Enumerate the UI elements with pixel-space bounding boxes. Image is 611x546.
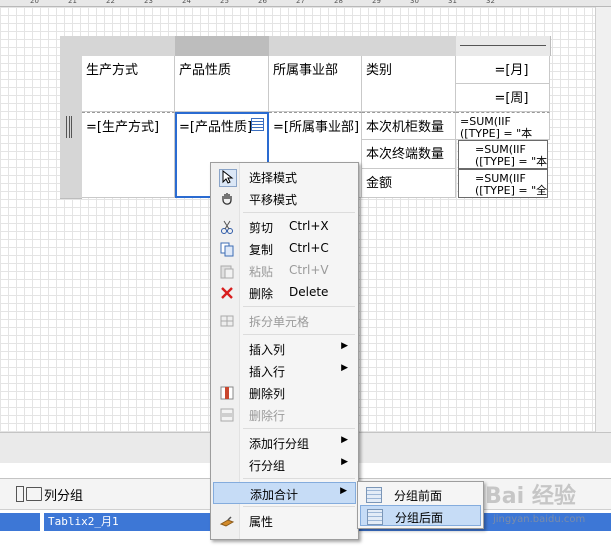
menu-item-delete-column[interactable]: 删除列 <box>213 382 356 404</box>
column-handle[interactable] <box>362 36 457 56</box>
menu-item-insert-row[interactable]: 插入行 ▶ <box>213 360 356 382</box>
group-bracket-icon <box>71 116 74 138</box>
row-handle[interactable] <box>60 112 82 199</box>
menu-separator <box>243 334 355 335</box>
column-handle[interactable] <box>456 36 551 56</box>
column-group-icon <box>26 487 42 501</box>
ruler-number: 24 <box>182 0 191 5</box>
ruler-number: 32 <box>486 0 495 5</box>
header-cell-product-nature[interactable]: 产品性质 <box>175 56 269 112</box>
column-handle[interactable] <box>269 36 363 56</box>
field-list-icon[interactable] <box>251 118 264 131</box>
menu-separator <box>243 506 355 507</box>
vertical-scrollbar[interactable] <box>595 7 611 432</box>
data-cell-cabinet-count[interactable]: 本次机柜数量 <box>362 112 456 140</box>
ruler-number: 21 <box>68 0 77 5</box>
pane-grip-icon <box>16 486 24 502</box>
menu-item-copy[interactable]: 复制 Ctrl+C <box>213 238 356 260</box>
ruler-number: 25 <box>220 0 229 5</box>
menu-separator <box>243 428 355 429</box>
submenu-arrow-icon: ▶ <box>341 363 348 373</box>
data-cell-production[interactable]: =[生产方式] <box>82 112 175 198</box>
ruler-number: 26 <box>258 0 267 5</box>
column-group-line <box>460 45 546 46</box>
group-before-icon <box>366 487 382 503</box>
submenu-arrow-icon: ▶ <box>340 486 347 496</box>
paste-icon <box>219 263 235 279</box>
split-cell-icon <box>219 313 235 329</box>
sum-cell[interactable]: =SUM(IIF ([TYPE] = "本 <box>456 112 550 140</box>
menu-item-insert-column[interactable]: 插入列 ▶ <box>213 338 356 360</box>
ruler-number: 29 <box>372 0 381 5</box>
header-cell-category[interactable]: 类别 <box>362 56 456 112</box>
menu-item-split-cell[interactable]: 拆分单元格 <box>213 310 356 332</box>
menu-item-add-row-group[interactable]: 添加行分组 ▶ <box>213 432 356 454</box>
ruler-number: 28 <box>334 0 343 5</box>
ruler-number: 30 <box>410 0 419 5</box>
scissors-icon <box>219 219 235 235</box>
data-cell-terminal-count[interactable]: 本次终端数量 <box>362 140 456 169</box>
data-cell-text: =[产品性质] <box>179 120 253 135</box>
submenu-arrow-icon: ▶ <box>341 341 348 351</box>
sum-cell[interactable]: =SUM(IIF ([TYPE] = "本 <box>458 140 548 169</box>
menu-item-row-group[interactable]: 行分组 ▶ <box>213 454 356 476</box>
ruler-number: 20 <box>30 0 39 5</box>
header-cell-division[interactable]: 所属事业部 <box>269 56 362 112</box>
watermark-url: jingyan.baidu.com <box>493 514 586 525</box>
group-bracket-icon <box>66 116 70 138</box>
submenu-arrow-icon: ▶ <box>341 457 348 467</box>
ruler-number: 31 <box>448 0 457 5</box>
column-groups-title: 列分组 <box>44 489 84 504</box>
properties-icon <box>219 513 235 529</box>
week-expression: =[周] <box>494 91 529 106</box>
corner-handle[interactable] <box>60 36 82 57</box>
week-cell[interactable]: =[周] <box>456 84 550 112</box>
month-cell[interactable]: =[月] <box>456 56 550 84</box>
menu-separator <box>243 478 355 479</box>
row-handle[interactable] <box>60 56 82 113</box>
menu-item-paste[interactable]: 粘贴 Ctrl+V <box>213 260 356 282</box>
baidu-watermark: Bai 经验 jingyan.baidu.com <box>485 478 605 528</box>
horizontal-ruler: 20 21 22 23 24 25 26 27 28 29 30 31 32 <box>0 0 611 7</box>
menu-item-delete-row[interactable]: 删除行 <box>213 404 356 426</box>
hand-icon <box>219 191 235 207</box>
add-total-submenu: 分组前面 分组后面 <box>357 481 484 529</box>
watermark-main: Bai 经验 <box>485 484 576 509</box>
row-group-selection[interactable] <box>0 513 40 531</box>
ruler-number: 27 <box>296 0 305 5</box>
context-menu: 选择模式 平移模式 剪切 Ctrl+X 复制 Ctrl+C 粘贴 Ctrl+V … <box>210 162 359 540</box>
copy-icon <box>219 241 235 257</box>
menu-item-properties[interactable]: 属性 <box>213 510 356 532</box>
submenu-arrow-icon: ▶ <box>341 435 348 445</box>
delete-x-icon <box>219 285 235 301</box>
column-handle[interactable] <box>82 36 176 56</box>
header-cell-production[interactable]: 生产方式 <box>82 56 175 112</box>
sum-cell[interactable]: =SUM(IIF ([TYPE] = "全 <box>458 169 548 198</box>
menu-item-select-mode[interactable]: 选择模式 <box>213 166 356 188</box>
data-cell-amount[interactable]: 金额 <box>362 169 456 198</box>
delete-column-icon <box>219 385 235 401</box>
submenu-item-before-group[interactable]: 分组前面 <box>360 484 481 505</box>
menu-item-pan-mode[interactable]: 平移模式 <box>213 188 356 210</box>
menu-separator <box>243 306 355 307</box>
ruler-number: 22 <box>106 0 115 5</box>
menu-separator <box>243 212 355 213</box>
pointer-icon <box>219 169 237 187</box>
column-handle-selected[interactable] <box>175 36 270 56</box>
month-expression: =[月] <box>494 63 529 78</box>
menu-item-delete[interactable]: 删除 Delete <box>213 282 356 304</box>
menu-item-cut[interactable]: 剪切 Ctrl+X <box>213 216 356 238</box>
delete-row-icon <box>219 407 235 423</box>
ruler-number: 23 <box>144 0 153 5</box>
menu-item-add-total[interactable]: 添加合计 ▶ <box>213 482 356 504</box>
group-after-icon <box>367 509 383 525</box>
submenu-item-after-group[interactable]: 分组后面 <box>360 505 481 526</box>
